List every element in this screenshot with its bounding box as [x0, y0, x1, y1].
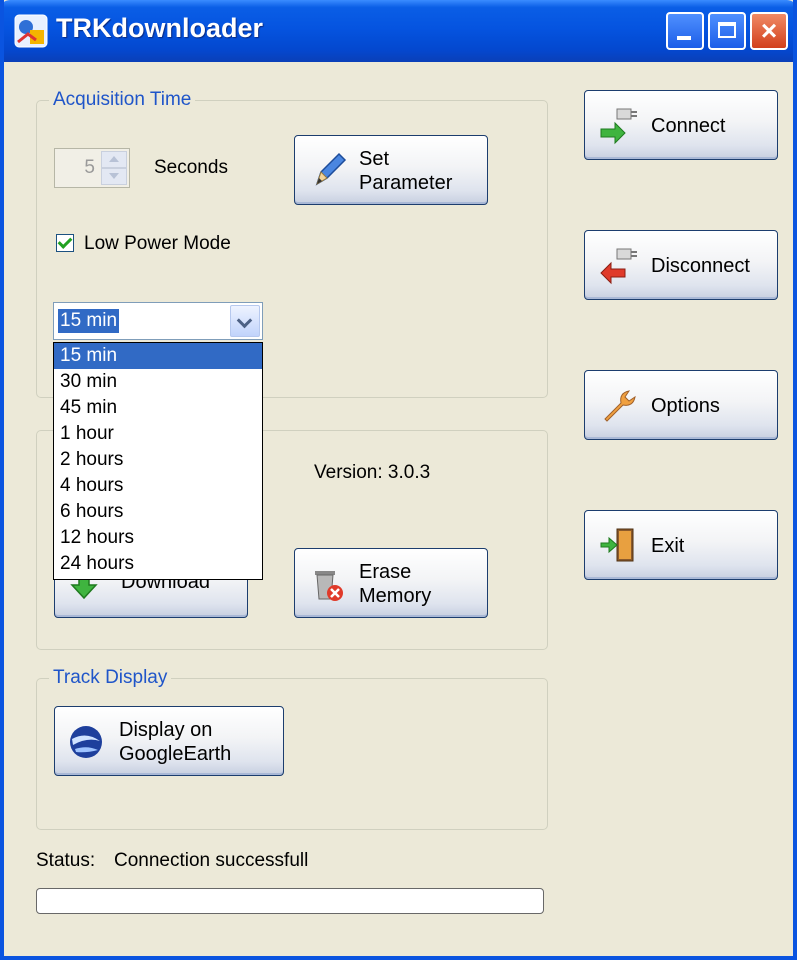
chevron-down-icon[interactable]	[230, 305, 260, 337]
track-display-legend: Track Display	[49, 667, 172, 689]
disconnect-icon	[599, 245, 639, 291]
progress-bar	[36, 888, 544, 914]
trash-icon	[309, 565, 345, 609]
interval-select[interactable]: 15 min	[53, 302, 263, 340]
status-label: Status:	[36, 850, 96, 871]
app-icon	[14, 14, 48, 48]
app-window: TRKdownloader × Acquisition Time 5 Secon…	[0, 0, 797, 960]
erase-memory-button[interactable]: Erase Memory	[294, 548, 488, 618]
disconnect-button[interactable]: Disconnect	[584, 230, 778, 300]
connect-button[interactable]: Connect	[584, 90, 778, 160]
set-parameter-button[interactable]: Set Parameter	[294, 135, 488, 205]
seconds-spinner[interactable]: 5	[54, 148, 130, 188]
exit-label: Exit	[651, 535, 685, 557]
interval-option[interactable]: 30 min	[54, 369, 262, 395]
spinner-up-button[interactable]	[101, 151, 127, 168]
interval-option[interactable]: 24 hours	[54, 551, 262, 577]
display-line1: Display on	[119, 719, 213, 741]
low-power-checkbox[interactable]	[56, 234, 74, 252]
interval-option[interactable]: 15 min	[54, 343, 262, 369]
interval-option[interactable]: 6 hours	[54, 499, 262, 525]
interval-dropdown-list[interactable]: 15 min 30 min 45 min 1 hour 2 hours 4 ho…	[53, 342, 263, 580]
interval-selected-value: 15 min	[58, 309, 120, 333]
close-icon: ×	[760, 15, 778, 46]
exit-button[interactable]: Exit	[584, 510, 778, 580]
interval-option[interactable]: 2 hours	[54, 447, 262, 473]
minimize-button[interactable]	[666, 12, 704, 50]
low-power-label: Low Power Mode	[84, 233, 231, 254]
display-line2: GoogleEarth	[119, 743, 232, 765]
disconnect-label: Disconnect	[651, 255, 750, 277]
seconds-label: Seconds	[154, 157, 228, 178]
pencil-icon	[309, 150, 349, 196]
close-button[interactable]: ×	[750, 12, 788, 50]
window-title: TRKdownloader	[56, 13, 263, 43]
options-label: Options	[651, 395, 720, 417]
connect-label: Connect	[651, 115, 726, 137]
spinner-down-button[interactable]	[101, 168, 127, 185]
connect-icon	[599, 105, 639, 151]
acquisition-time-legend: Acquisition Time	[49, 89, 196, 111]
version-label: Version: 3.0.3	[314, 462, 431, 483]
set-parameter-line1: Set	[359, 148, 390, 170]
set-parameter-line2: Parameter	[359, 172, 453, 194]
exit-door-icon	[599, 525, 639, 571]
globe-icon	[67, 723, 105, 767]
wrench-icon	[599, 385, 639, 431]
seconds-value: 5	[84, 157, 95, 178]
title-bar[interactable]: TRKdownloader ×	[4, 0, 793, 62]
maximize-button[interactable]	[708, 12, 746, 50]
display-googleearth-button[interactable]: Display on GoogleEarth	[54, 706, 284, 776]
interval-option[interactable]: 4 hours	[54, 473, 262, 499]
erase-line2: Memory	[359, 585, 432, 607]
interval-option[interactable]: 45 min	[54, 395, 262, 421]
erase-line1: Erase	[359, 561, 412, 583]
status-text: Connection successfull	[114, 850, 309, 871]
options-button[interactable]: Options	[584, 370, 778, 440]
interval-option[interactable]: 12 hours	[54, 525, 262, 551]
interval-option[interactable]: 1 hour	[54, 421, 262, 447]
